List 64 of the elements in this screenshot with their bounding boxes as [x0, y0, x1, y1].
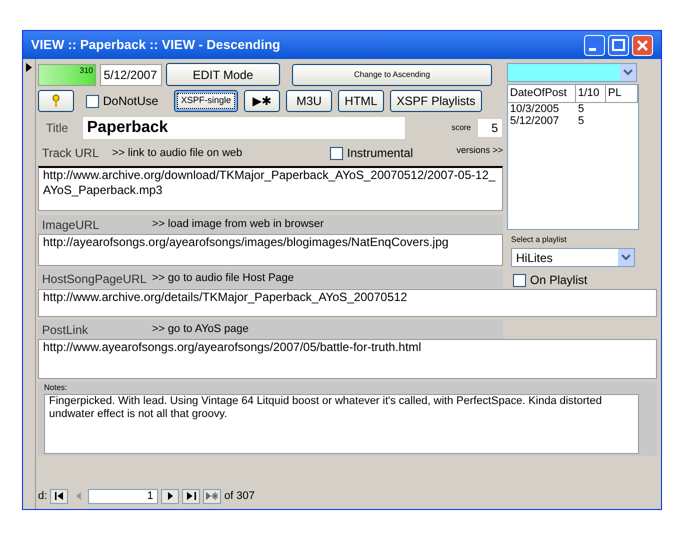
field-label: HostSongPageURL: [42, 270, 148, 288]
column-header: DateOfPost: [508, 85, 576, 102]
edit-mode-button[interactable]: EDIT Mode: [166, 63, 280, 86]
field-label: Track URL: [42, 145, 100, 162]
playlist-label: Select a playlist: [511, 234, 568, 246]
first-record-button[interactable]: [50, 488, 68, 504]
field-label: score: [451, 122, 471, 134]
link[interactable]: >> load image from web in browser: [152, 216, 324, 233]
title-field[interactable]: Paperback: [82, 116, 406, 140]
link[interactable]: >> go to AYoS page: [152, 321, 249, 338]
checkbox[interactable]: [86, 94, 99, 108]
toolbar-button[interactable]: XSPF Playlists: [390, 90, 482, 112]
versions-link[interactable]: versions >>: [456, 144, 503, 158]
new-record-icon: [206, 492, 218, 500]
last-record-button[interactable]: [182, 488, 200, 504]
record-number-field[interactable]: 1: [88, 488, 158, 504]
sort-button[interactable]: Change to Ascending: [292, 64, 492, 86]
link[interactable]: >> go to audio file Host Page: [152, 270, 294, 287]
toolbar-button[interactable]: M3U: [286, 90, 332, 112]
close-icon[interactable]: [632, 34, 653, 56]
table-cell-text: 5: [577, 114, 586, 126]
record-total: of 307: [224, 488, 255, 504]
minimize-icon[interactable]: [584, 34, 605, 56]
column-header: 1/10: [576, 85, 606, 102]
notes-label: Notes:: [44, 382, 68, 394]
toolbar-button[interactable]: HTML: [338, 90, 384, 112]
field-label: Title: [45, 120, 70, 137]
caret-icon: [620, 64, 636, 81]
triangle-icon: [26, 63, 32, 72]
new-record-button[interactable]: [203, 488, 222, 504]
next-record-button[interactable]: [161, 488, 180, 504]
url-field[interactable]: http://ayearofsongs.org/ayearofsongs/images/blogimages/NatEnqCovers.jpg: [38, 234, 503, 266]
notes-field[interactable]: Fingerpicked. With lead. Using Vintage 64 Litquid boost or whatever it's called, with PerfectSpace. Kinda distorted undwater effect is not all that groovy.: [44, 394, 639, 454]
window-title: VIEW :: Paperback :: VIEW - Descending: [31, 36, 282, 54]
checkbox-label: On Playlist: [530, 272, 588, 289]
table-cell-text: 10/3/2005: [509, 102, 560, 114]
table-cell-text: 5: [577, 102, 586, 114]
score-field[interactable]: 5: [477, 118, 503, 138]
last-icon: [186, 492, 196, 500]
maximize-icon[interactable]: [608, 34, 629, 56]
field-label: ImageURL: [42, 216, 100, 234]
help-button[interactable]: [38, 90, 74, 112]
next-icon: [168, 492, 173, 500]
table-cell-text: 5/12/2007: [509, 114, 560, 126]
record-counter: 310: [38, 64, 96, 86]
dropdown[interactable]: HiLites: [511, 248, 635, 267]
checkbox-label: Instrumental: [347, 145, 414, 162]
link[interactable]: >> link to audio file on web: [112, 144, 330, 162]
field-label: PostLink: [42, 322, 90, 338]
toolbar-button[interactable]: XSPF-single: [174, 90, 238, 112]
url-field[interactable]: http://www.archive.org/download/TKMajor_Paperback_AYoS_20070512/2007-05-12_AYoS_Paperback.mp3: [38, 166, 503, 211]
first-icon: [54, 492, 64, 500]
checkbox[interactable]: [330, 146, 343, 160]
date-field[interactable]: 5/12/2007: [100, 64, 162, 86]
key-icon: [51, 94, 61, 108]
previous-icon: [76, 492, 81, 500]
toolbar-button[interactable]: ▶✱: [244, 90, 280, 112]
url-field[interactable]: http://www.ayearofsongs.org/ayearofsongs/2007/05/battle-for-truth.html: [38, 339, 657, 379]
url-field[interactable]: http://www.archive.org/details/TKMajor_Paperback_AYoS_20070512: [38, 289, 657, 317]
caret-icon: [618, 249, 634, 266]
column-header: PL: [606, 85, 638, 102]
checkbox[interactable]: [513, 274, 526, 286]
record-label: d:: [38, 488, 48, 504]
checkbox-label: DoNotUse: [103, 93, 158, 110]
